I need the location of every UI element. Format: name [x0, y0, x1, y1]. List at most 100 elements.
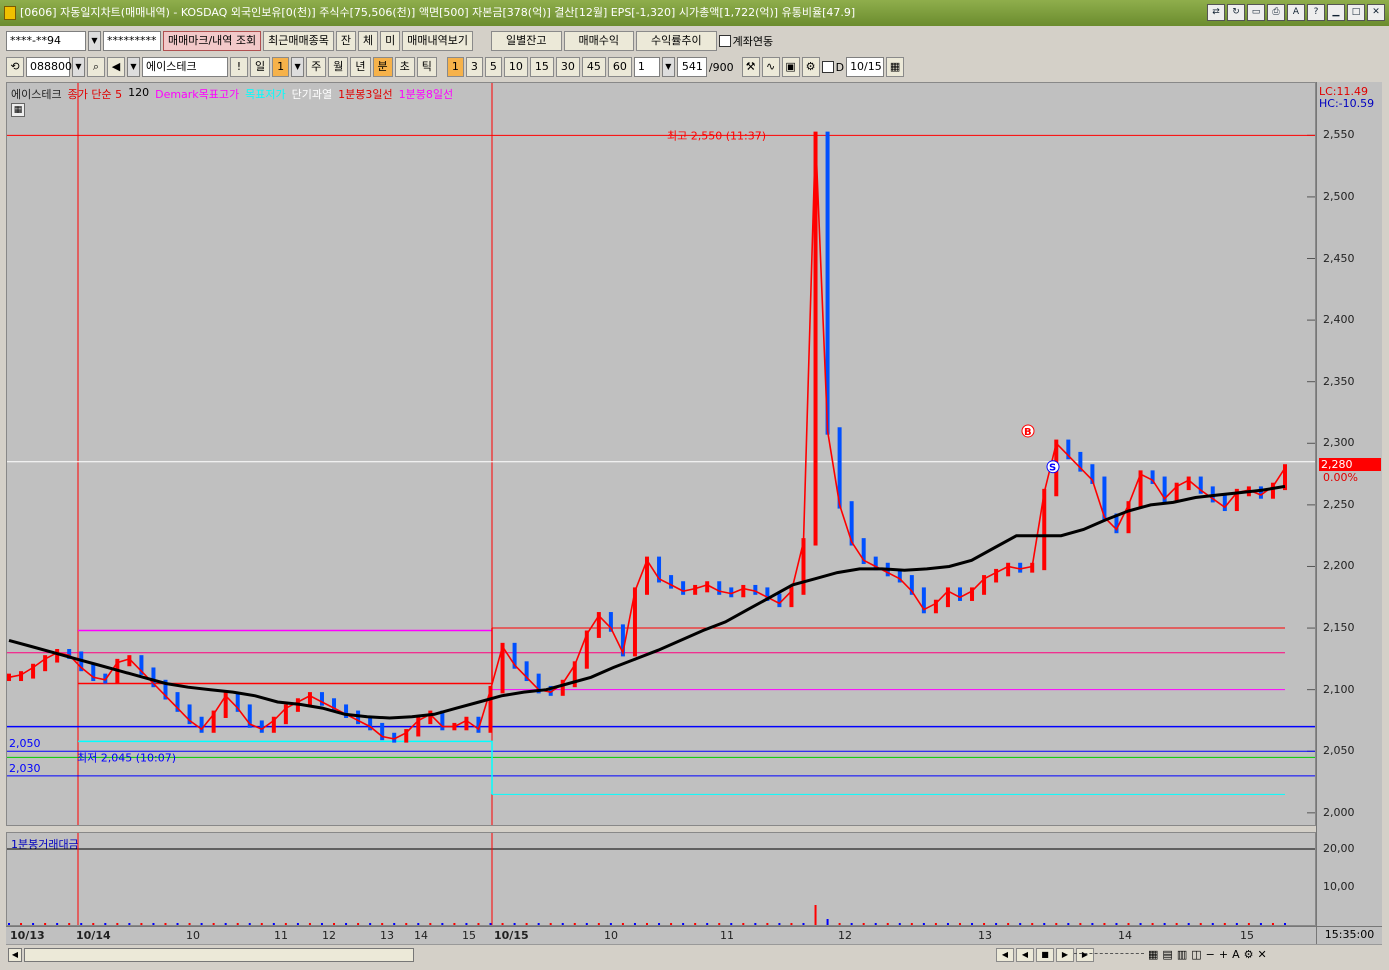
- window-title: [0606] 자동일지차트(매매내역) - KOSDAQ 외국인보유[0(천)]…: [20, 6, 856, 19]
- executed-button[interactable]: 체: [358, 31, 379, 51]
- window-titlebar[interactable]: [0606] 자동일지차트(매매내역) - KOSDAQ 외국인보유[0(천)]…: [0, 0, 1389, 26]
- volume-bar: [910, 923, 913, 925]
- chevron-down-icon[interactable]: ▼: [88, 31, 101, 51]
- interval-30[interactable]: 30: [555, 57, 580, 77]
- y-tick-label: 2,500: [1323, 189, 1355, 203]
- next-page-icon[interactable]: ▶: [1056, 948, 1074, 962]
- prev-page-icon[interactable]: ◀: [1016, 948, 1034, 962]
- speaker-icon[interactable]: ◀: [107, 57, 125, 77]
- stock-code-input[interactable]: 088800: [26, 57, 72, 77]
- period-week[interactable]: 주: [306, 57, 327, 77]
- candle-mark: [957, 587, 962, 601]
- volume-bar: [80, 923, 83, 925]
- x-tick-label: 15: [1240, 929, 1254, 942]
- list-view-icon[interactable]: ▤: [1162, 948, 1172, 961]
- print-icon[interactable]: ⎙: [1267, 4, 1285, 21]
- y-tick-label: 2,000: [1323, 805, 1355, 819]
- volume-bar: [320, 923, 323, 925]
- daily-balance-button[interactable]: 일별잔고: [491, 31, 562, 51]
- settings-icon[interactable]: ⚙: [801, 57, 820, 77]
- checkbox-box[interactable]: [718, 35, 731, 47]
- table-view-icon[interactable]: ▥: [1177, 948, 1187, 961]
- unexecuted-button[interactable]: 미: [380, 31, 401, 51]
- tool-icon[interactable]: ⚒: [741, 57, 760, 77]
- chevron-down-icon[interactable]: ▼: [72, 57, 85, 77]
- return-trend-button[interactable]: 수익률추이: [635, 31, 717, 51]
- period-tick[interactable]: 틱: [416, 57, 437, 77]
- history-icon[interactable]: ⟲: [6, 57, 24, 77]
- grid-view-icon[interactable]: ▦: [1148, 948, 1158, 961]
- stock-name-field: 에이스테크: [142, 57, 228, 77]
- current-price-badge: 2,280: [1319, 458, 1381, 471]
- checkbox-box[interactable]: [821, 61, 834, 73]
- candle-mark: [669, 575, 674, 589]
- settings-gear-icon[interactable]: ⚙: [1244, 948, 1254, 961]
- first-page-icon[interactable]: ◀: [996, 948, 1014, 962]
- split-view-icon[interactable]: ◫: [1191, 948, 1201, 961]
- help-icon[interactable]: ?: [1307, 4, 1325, 21]
- volume-bar: [850, 923, 853, 925]
- period-day-count[interactable]: 1: [272, 57, 290, 77]
- date-input[interactable]: 10/15: [846, 57, 885, 77]
- trade-profit-button[interactable]: 매매수익: [563, 31, 634, 51]
- interval-1[interactable]: 1: [446, 57, 464, 77]
- chart-scrollbar[interactable]: ◀ ◀ ◀ ■ ▶ ▶ ▦ ▤ ▥ ◫ − + A ⚙ ✕: [6, 944, 1382, 966]
- close-button[interactable]: ✕: [1367, 4, 1385, 21]
- scroll-thumb[interactable]: [24, 948, 414, 962]
- password-input[interactable]: *********: [103, 31, 161, 51]
- interval-60[interactable]: 60: [607, 57, 632, 77]
- period-minute[interactable]: 분: [372, 57, 393, 77]
- interval-15[interactable]: 15: [529, 57, 554, 77]
- interval-10[interactable]: 10: [503, 57, 528, 77]
- zoom-out-icon[interactable]: −: [1206, 948, 1215, 961]
- d-checkbox[interactable]: D: [821, 61, 844, 74]
- view-history-button[interactable]: 매매내역보기: [402, 31, 474, 51]
- volume-chart[interactable]: 1분봉거래대금: [6, 832, 1316, 926]
- zoom-in-icon[interactable]: +: [1219, 948, 1228, 961]
- count-input[interactable]: 541: [676, 57, 707, 77]
- save-icon[interactable]: ▣: [781, 57, 800, 77]
- volume-bar: [609, 923, 612, 925]
- volume-bar: [1151, 923, 1154, 925]
- volume-bar: [754, 923, 757, 925]
- price-chart[interactable]: 에이스테크 종가 단순 5 120 Demark목표고가 목표저가 단기과열 1…: [6, 82, 1316, 826]
- volume-bar: [1139, 923, 1142, 925]
- interval-input[interactable]: 1: [633, 57, 660, 77]
- interval-45[interactable]: 45: [581, 57, 606, 77]
- search-icon[interactable]: ⌕: [87, 57, 105, 77]
- volume-bar: [1163, 923, 1166, 925]
- account-input[interactable]: ****-**94: [6, 31, 86, 51]
- screen-icon[interactable]: ▭: [1247, 4, 1265, 21]
- link-icon[interactable]: ⇄: [1207, 4, 1225, 21]
- refresh-icon[interactable]: ↻: [1227, 4, 1245, 21]
- interval-5[interactable]: 5: [484, 57, 502, 77]
- x-tick-label: 10: [604, 929, 618, 942]
- chevron-down-icon[interactable]: ▼: [661, 57, 675, 77]
- zoom-slider[interactable]: [1074, 953, 1144, 957]
- period-second[interactable]: 초: [394, 57, 415, 77]
- chevron-down-icon[interactable]: ▼: [291, 57, 305, 77]
- maximize-button[interactable]: □: [1347, 4, 1365, 21]
- indicator-icon[interactable]: ∿: [761, 57, 780, 77]
- font-size-icon[interactable]: A: [1232, 948, 1240, 961]
- period-day[interactable]: 일: [250, 57, 271, 77]
- volume-bar: [585, 923, 588, 925]
- minimize-button[interactable]: ▁: [1327, 4, 1345, 21]
- calendar-icon[interactable]: ▦: [886, 57, 905, 77]
- account-link-checkbox[interactable]: 계좌연동: [718, 33, 773, 49]
- volume-bar: [56, 923, 59, 925]
- scroll-left-icon[interactable]: ◀: [8, 948, 22, 962]
- mark-query-button[interactable]: 매매마크/내역 조회: [163, 31, 262, 51]
- volume-bar: [44, 923, 47, 925]
- recent-stocks-button[interactable]: 최근매매종목: [263, 31, 334, 51]
- alert-icon[interactable]: !: [230, 57, 248, 77]
- stop-icon[interactable]: ■: [1036, 948, 1054, 962]
- chevron-down-icon[interactable]: ▼: [127, 57, 140, 77]
- balance-button[interactable]: 잔: [335, 31, 357, 51]
- interval-3[interactable]: 3: [465, 57, 483, 77]
- font-icon[interactable]: A: [1287, 4, 1305, 21]
- volume-bar: [718, 923, 721, 925]
- period-month[interactable]: 월: [328, 57, 349, 77]
- close-chart-icon[interactable]: ✕: [1257, 948, 1266, 961]
- period-year[interactable]: 년: [350, 57, 371, 77]
